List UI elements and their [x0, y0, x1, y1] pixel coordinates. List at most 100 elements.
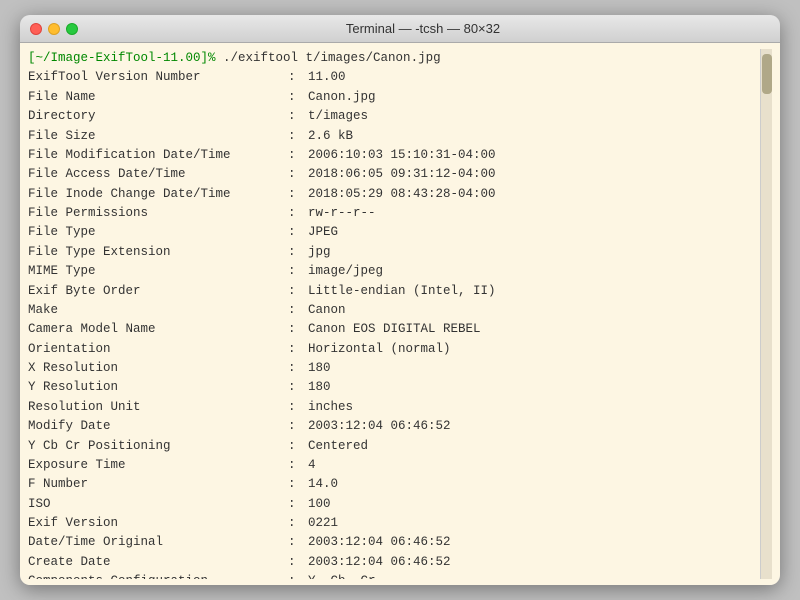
row-colon: : — [288, 475, 308, 494]
table-row: Camera Model Name : Canon EOS DIGITAL RE… — [28, 320, 760, 339]
table-row: File Inode Change Date/Time : 2018:05:29… — [28, 185, 760, 204]
row-colon: : — [288, 262, 308, 281]
row-label: Directory — [28, 107, 288, 126]
row-value: 2.6 kB — [308, 127, 353, 146]
row-colon: : — [288, 572, 308, 579]
row-colon: : — [288, 514, 308, 533]
table-row: ExifTool Version Number : 11.00 — [28, 68, 760, 87]
row-colon: : — [288, 282, 308, 301]
row-label: Y Resolution — [28, 378, 288, 397]
scrollbar[interactable] — [760, 49, 772, 579]
row-colon: : — [288, 204, 308, 223]
terminal-window: Terminal — -tcsh — 80×32 [~/Image-ExifTo… — [20, 15, 780, 585]
table-row: Y Resolution : 180 — [28, 378, 760, 397]
row-value: Horizontal (normal) — [308, 340, 451, 359]
table-row: X Resolution : 180 — [28, 359, 760, 378]
row-colon: : — [288, 456, 308, 475]
command-text: ./exiftool t/images/Canon.jpg — [216, 49, 441, 68]
table-row: File Type Extension : jpg — [28, 243, 760, 262]
table-row: Orientation : Horizontal (normal) — [28, 340, 760, 359]
row-value: Y, Cb, Cr, - — [308, 572, 398, 579]
row-value: t/images — [308, 107, 368, 126]
table-row: Y Cb Cr Positioning : Centered — [28, 437, 760, 456]
row-value: Canon EOS DIGITAL REBEL — [308, 320, 481, 339]
row-value: 100 — [308, 495, 331, 514]
minimize-button[interactable] — [48, 23, 60, 35]
data-rows: ExifTool Version Number : 11.00File Name… — [28, 68, 760, 579]
table-row: Create Date : 2003:12:04 06:46:52 — [28, 553, 760, 572]
row-label: Date/Time Original — [28, 533, 288, 552]
prompt: [~/Image-ExifTool-11.00]% — [28, 49, 216, 68]
table-row: Make : Canon — [28, 301, 760, 320]
row-label: File Name — [28, 88, 288, 107]
command-line: [~/Image-ExifTool-11.00]% ./exiftool t/i… — [28, 49, 760, 68]
row-colon: : — [288, 533, 308, 552]
row-value: 2018:05:29 08:43:28-04:00 — [308, 185, 496, 204]
terminal-body[interactable]: [~/Image-ExifTool-11.00]% ./exiftool t/i… — [20, 43, 780, 585]
row-colon: : — [288, 378, 308, 397]
table-row: File Modification Date/Time : 2006:10:03… — [28, 146, 760, 165]
row-label: X Resolution — [28, 359, 288, 378]
row-label: Orientation — [28, 340, 288, 359]
row-label: Make — [28, 301, 288, 320]
row-label: Exposure Time — [28, 456, 288, 475]
table-row: File Size : 2.6 kB — [28, 127, 760, 146]
row-colon: : — [288, 243, 308, 262]
traffic-lights — [30, 23, 78, 35]
table-row: Exposure Time : 4 — [28, 456, 760, 475]
table-row: Modify Date : 2003:12:04 06:46:52 — [28, 417, 760, 436]
table-row: Exif Byte Order : Little-endian (Intel, … — [28, 282, 760, 301]
row-label: Modify Date — [28, 417, 288, 436]
row-label: File Type — [28, 223, 288, 242]
row-value: 180 — [308, 378, 331, 397]
row-value: 4 — [308, 456, 316, 475]
table-row: Resolution Unit : inches — [28, 398, 760, 417]
row-value: 0221 — [308, 514, 338, 533]
row-label: Resolution Unit — [28, 398, 288, 417]
row-label: MIME Type — [28, 262, 288, 281]
row-value: 2003:12:04 06:46:52 — [308, 417, 451, 436]
row-value: 2018:06:05 09:31:12-04:00 — [308, 165, 496, 184]
row-label: File Size — [28, 127, 288, 146]
row-colon: : — [288, 127, 308, 146]
row-colon: : — [288, 68, 308, 87]
table-row: Components Configuration : Y, Cb, Cr, - — [28, 572, 760, 579]
row-label: ISO — [28, 495, 288, 514]
table-row: File Type : JPEG — [28, 223, 760, 242]
maximize-button[interactable] — [66, 23, 78, 35]
table-row: File Permissions : rw-r--r-- — [28, 204, 760, 223]
row-colon: : — [288, 417, 308, 436]
row-value: Centered — [308, 437, 368, 456]
table-row: File Access Date/Time : 2018:06:05 09:31… — [28, 165, 760, 184]
row-value: image/jpeg — [308, 262, 383, 281]
row-label: ExifTool Version Number — [28, 68, 288, 87]
row-label: File Inode Change Date/Time — [28, 185, 288, 204]
row-colon: : — [288, 301, 308, 320]
row-value: inches — [308, 398, 353, 417]
row-colon: : — [288, 320, 308, 339]
row-value: JPEG — [308, 223, 338, 242]
table-row: Date/Time Original : 2003:12:04 06:46:52 — [28, 533, 760, 552]
row-label: Exif Byte Order — [28, 282, 288, 301]
row-value: Little-endian (Intel, II) — [308, 282, 496, 301]
row-value: 2003:12:04 06:46:52 — [308, 533, 451, 552]
terminal-content: [~/Image-ExifTool-11.00]% ./exiftool t/i… — [28, 49, 760, 579]
row-colon: : — [288, 398, 308, 417]
table-row: File Name : Canon.jpg — [28, 88, 760, 107]
row-value: 180 — [308, 359, 331, 378]
row-value: rw-r--r-- — [308, 204, 376, 223]
row-label: F Number — [28, 475, 288, 494]
table-row: ISO : 100 — [28, 495, 760, 514]
row-colon: : — [288, 553, 308, 572]
row-value: 14.0 — [308, 475, 338, 494]
table-row: Directory : t/images — [28, 107, 760, 126]
row-label: File Permissions — [28, 204, 288, 223]
row-label: File Access Date/Time — [28, 165, 288, 184]
scrollbar-thumb[interactable] — [762, 54, 772, 94]
row-label: File Type Extension — [28, 243, 288, 262]
close-button[interactable] — [30, 23, 42, 35]
row-colon: : — [288, 146, 308, 165]
row-colon: : — [288, 340, 308, 359]
row-label: Camera Model Name — [28, 320, 288, 339]
row-label: Create Date — [28, 553, 288, 572]
